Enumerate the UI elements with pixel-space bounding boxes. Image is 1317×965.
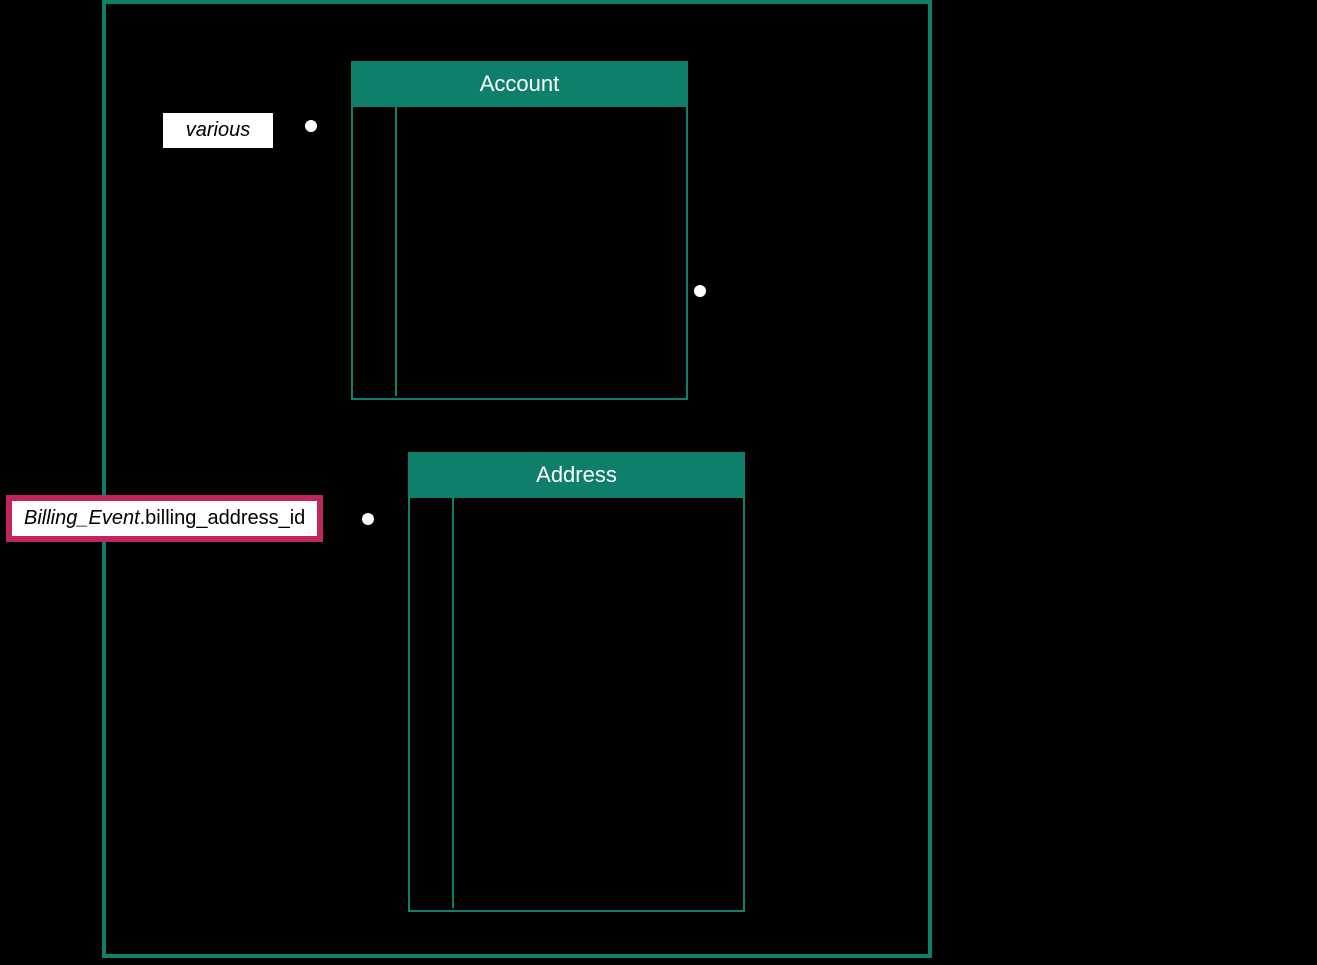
connector-dot [694,285,706,297]
entity-account-body [353,107,686,396]
entity-account-keycol [353,107,397,396]
entity-account: Account [351,61,688,400]
entity-address-body [410,498,743,908]
entity-account-fieldcol [397,107,686,396]
diagram-stage: Account Address various Billing_Event.bi… [0,0,1317,965]
entity-account-title: Account [353,63,686,107]
entity-address-title: Address [410,454,743,498]
connector-dot [305,120,317,132]
tag-billing-event-column: .billing_address_id [140,507,306,529]
entity-address: Address [408,452,745,912]
entity-address-fieldcol [454,498,743,908]
entity-address-keycol [410,498,454,908]
tag-billing-event: Billing_Event.billing_address_id [6,495,323,542]
connector-dot [362,513,374,525]
tag-billing-event-table: Billing_Event [24,507,140,529]
tag-various: various [163,113,273,148]
